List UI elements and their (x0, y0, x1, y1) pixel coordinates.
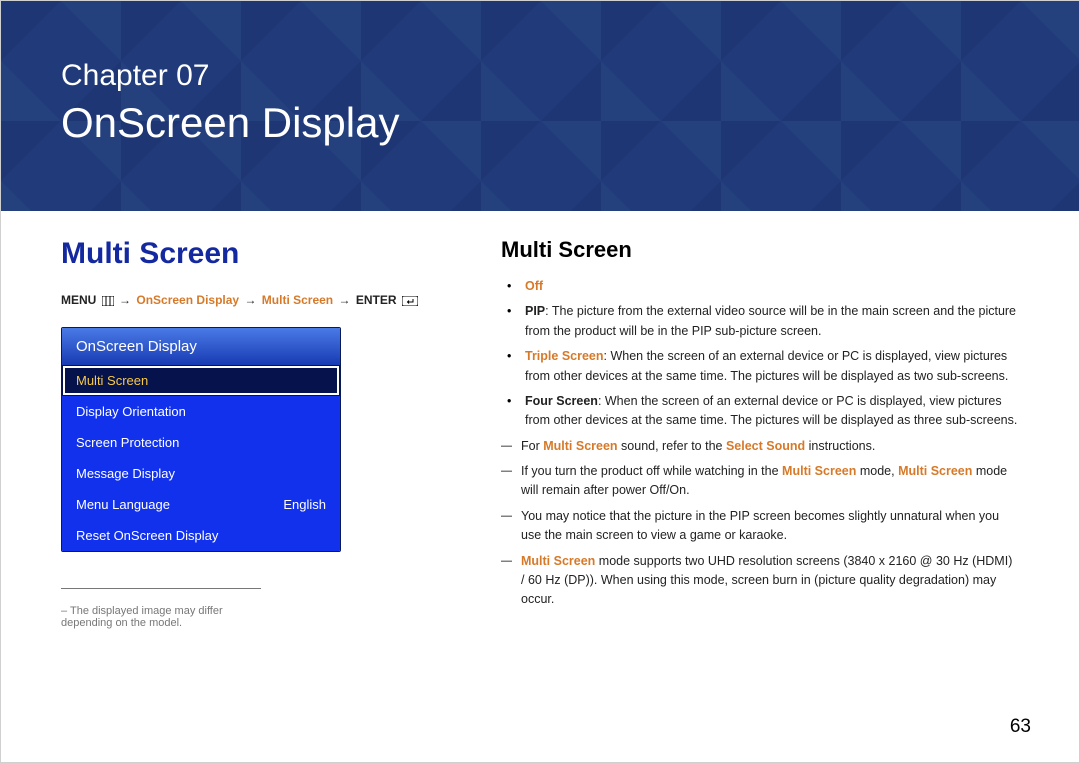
osd-item-label: Reset OnScreen Display (76, 528, 218, 543)
chapter-label: Chapter 07 (61, 59, 1079, 93)
option-four: Four Screen: When the screen of an exter… (521, 392, 1019, 431)
option-off-label: Off (525, 279, 543, 293)
left-column: Multi Screen MENU → OnScreen Display → M… (61, 237, 441, 629)
option-off: Off (521, 277, 1019, 296)
page-number: 63 (1010, 716, 1031, 738)
enter-icon (402, 295, 418, 309)
notes-list: For Multi Screen sound, refer to the Sel… (501, 437, 1019, 610)
option-pip: PIP: The picture from the external video… (521, 302, 1019, 341)
osd-item-message-display[interactable]: Message Display (62, 458, 340, 489)
osd-item-value: English (283, 497, 326, 512)
note-text: mode, (856, 464, 898, 478)
chapter-title: OnScreen Display (61, 99, 1079, 147)
osd-menu-panel: OnScreen Display Multi Screen Display Or… (61, 327, 341, 552)
osd-item-multi-screen[interactable]: Multi Screen (62, 365, 340, 396)
osd-item-label: Menu Language (76, 497, 170, 512)
note-sound: For Multi Screen sound, refer to the Sel… (501, 437, 1019, 456)
option-triple: Triple Screen: When the screen of an ext… (521, 347, 1019, 386)
menu-grid-icon (102, 295, 114, 309)
note-highlight: Multi Screen (898, 464, 972, 478)
note-text: mode supports two UHD resolution screens… (521, 554, 1012, 607)
note-pip-quality: You may notice that the picture in the P… (501, 507, 1019, 546)
osd-menu-items: Multi Screen Display Orientation Screen … (62, 365, 340, 551)
breadcrumb-seg1: OnScreen Display (136, 293, 239, 307)
arrow-icon: → (244, 293, 256, 307)
osd-item-label: Multi Screen (76, 373, 148, 388)
osd-item-label: Display Orientation (76, 404, 186, 419)
option-four-label: Four Screen (525, 394, 598, 408)
section-heading-left: Multi Screen (61, 237, 441, 271)
chapter-header: Chapter 07 OnScreen Display (1, 1, 1079, 211)
note-highlight: Select Sound (726, 439, 805, 453)
breadcrumb: MENU → OnScreen Display → Multi Screen →… (61, 293, 441, 309)
option-four-text: : When the screen of an external device … (525, 394, 1017, 427)
note-text: If you turn the product off while watchi… (521, 464, 782, 478)
note-text: instructions. (805, 439, 875, 453)
page-content: Multi Screen MENU → OnScreen Display → M… (1, 211, 1079, 629)
osd-item-screen-protection[interactable]: Screen Protection (62, 427, 340, 458)
right-column: Multi Screen Off PIP: The picture from t… (501, 237, 1019, 629)
options-list: Off PIP: The picture from the external v… (501, 277, 1019, 431)
note-power: If you turn the product off while watchi… (501, 462, 1019, 501)
option-pip-text: : The picture from the external video so… (525, 304, 1016, 337)
section-heading-right: Multi Screen (501, 237, 1019, 263)
note-text: You may notice that the picture in the P… (521, 509, 999, 542)
osd-item-label: Screen Protection (76, 435, 179, 450)
breadcrumb-enter: ENTER (356, 293, 397, 307)
note-text: For (521, 439, 543, 453)
osd-menu-title: OnScreen Display (62, 328, 340, 365)
panel-footnote: The displayed image may differ depending… (61, 588, 261, 629)
osd-item-display-orientation[interactable]: Display Orientation (62, 396, 340, 427)
breadcrumb-menu: MENU (61, 293, 96, 307)
note-uhd: Multi Screen mode supports two UHD resol… (501, 552, 1019, 610)
note-highlight: Multi Screen (521, 554, 595, 568)
arrow-icon: → (119, 293, 131, 307)
breadcrumb-seg2: Multi Screen (262, 293, 333, 307)
arrow-icon: → (338, 293, 350, 307)
note-text: sound, refer to the (618, 439, 726, 453)
header-text: Chapter 07 OnScreen Display (1, 1, 1079, 147)
osd-item-reset-osd[interactable]: Reset OnScreen Display (62, 520, 340, 551)
note-highlight: Multi Screen (782, 464, 856, 478)
note-highlight: Multi Screen (543, 439, 617, 453)
option-triple-label: Triple Screen (525, 349, 604, 363)
osd-item-label: Message Display (76, 466, 175, 481)
option-pip-label: PIP (525, 304, 545, 318)
osd-item-menu-language[interactable]: Menu Language English (62, 489, 340, 520)
